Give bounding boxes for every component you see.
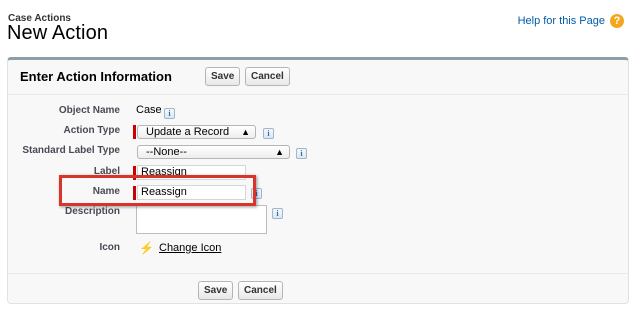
panel-title: Enter Action Information [20, 69, 172, 84]
description-info-icon[interactable]: i [272, 208, 283, 219]
standard-label-type-label: Standard Label Type [22, 145, 120, 156]
object-name-info-icon[interactable]: i [164, 108, 175, 119]
cancel-button-top[interactable]: Cancel [245, 67, 290, 86]
object-name-label: Object Name [58, 105, 120, 116]
description-label: Description [64, 206, 120, 217]
help-link[interactable]: Help for this Page [518, 15, 605, 27]
change-icon-link[interactable]: Change Icon [159, 242, 221, 254]
lightning-bolt-icon: ⚡ [139, 241, 154, 255]
cancel-button-bottom[interactable]: Cancel [238, 281, 283, 300]
standard-label-type-info-icon[interactable]: i [296, 148, 307, 159]
icon-field-label: Icon [99, 242, 120, 253]
icon-highlight-box [59, 175, 256, 206]
action-type-info-icon[interactable]: i [263, 128, 274, 139]
help-area: Help for this Page ? [518, 14, 624, 28]
help-icon[interactable]: ? [610, 14, 624, 28]
save-button-top[interactable]: Save [205, 67, 241, 86]
action-type-required-marker [133, 125, 136, 139]
select-arrows-icon: ▲︎ [275, 147, 284, 157]
action-type-value: Update a Record [146, 126, 230, 138]
panel-header: Enter Action Information Save Cancel [8, 60, 628, 95]
action-type-label: Action Type [63, 125, 120, 136]
select-arrows-icon: ▲︎ [241, 127, 250, 137]
page-title: New Action [7, 22, 109, 44]
description-textarea[interactable] [136, 205, 267, 234]
standard-label-type-value: --None-- [146, 146, 187, 158]
object-name-value: Case [136, 104, 162, 116]
standard-label-type-select[interactable]: --None-- ▲︎ [137, 145, 290, 159]
action-type-select[interactable]: Update a Record ▲︎ [137, 125, 256, 139]
save-button-bottom[interactable]: Save [198, 281, 234, 300]
